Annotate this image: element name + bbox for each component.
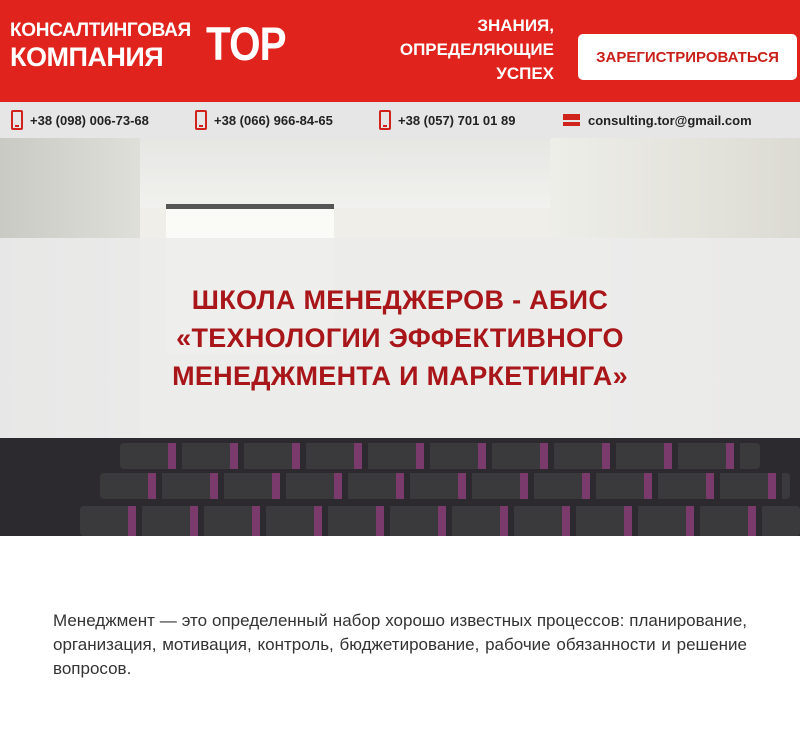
hero-photo-chairs [100,473,790,499]
contact-bar: +38 (098) 006-73-68 +38 (066) 966-84-65 … [0,102,800,138]
hero-title-band: ШКОЛА МЕНЕДЖЕРОВ - АБИС «ТЕХНОЛОГИИ ЭФФЕ… [0,238,800,438]
phone-number: +38 (066) 966-84-65 [214,112,333,128]
phone-number: +38 (098) 006-73-68 [30,112,149,128]
hero-photo-chairs [120,443,760,469]
logo-line2: КОМПАНИЯ [10,42,164,72]
slogan-line: ОПРЕДЕЛЯЮЩИЕ [399,40,554,59]
contact-phone-3[interactable]: +38 (057) 701 01 89 [379,102,515,138]
register-button[interactable]: ЗАРЕГИСТРИРОВАТЬСЯ [578,34,797,80]
hero-photo-chairs [80,506,800,536]
logo-tor: TOP [206,17,287,70]
intro-paragraph: Менеджмент — это определенный набор хоро… [53,611,747,678]
contact-phone-2[interactable]: +38 (066) 966-84-65 [195,102,333,138]
hero-title: ШКОЛА МЕНЕДЖЕРОВ - АБИС «ТЕХНОЛОГИИ ЭФФЕ… [172,281,628,395]
hero-title-line: МЕНЕДЖМЕНТА И МАРКЕТИНГА» [172,361,628,391]
slogan-line: УСПЕХ [496,64,554,83]
contact-phone-1[interactable]: +38 (098) 006-73-68 [11,102,149,138]
phone-icon [195,110,207,130]
logo[interactable]: КОНСАЛТИНГОВАЯ КОМПАНИЯ TOP [10,18,287,74]
email-address: consulting.tor@gmail.com [588,112,752,128]
slogan: ЗНАНИЯ, ОПРЕДЕЛЯЮЩИЕ УСПЕХ [344,14,554,86]
hero-title-line: ШКОЛА МЕНЕДЖЕРОВ - АБИС [191,285,609,315]
phone-number: +38 (057) 701 01 89 [398,112,516,128]
phone-icon [11,110,23,130]
contact-email[interactable]: consulting.tor@gmail.com [563,102,752,138]
logo-line1: КОНСАЛТИНГОВАЯ [10,20,191,41]
site-header: КОНСАЛТИНГОВАЯ КОМПАНИЯ TOP ЗНАНИЯ, ОПРЕ… [0,0,800,102]
hero-title-line: «ТЕХНОЛОГИИ ЭФФЕКТИВНОГО [176,323,624,353]
phone-icon [379,110,391,130]
slogan-line: ЗНАНИЯ, [477,16,554,35]
hero-banner: ШКОЛА МЕНЕДЖЕРОВ - АБИС «ТЕХНОЛОГИИ ЭФФЕ… [0,138,800,536]
mail-icon [563,114,580,126]
